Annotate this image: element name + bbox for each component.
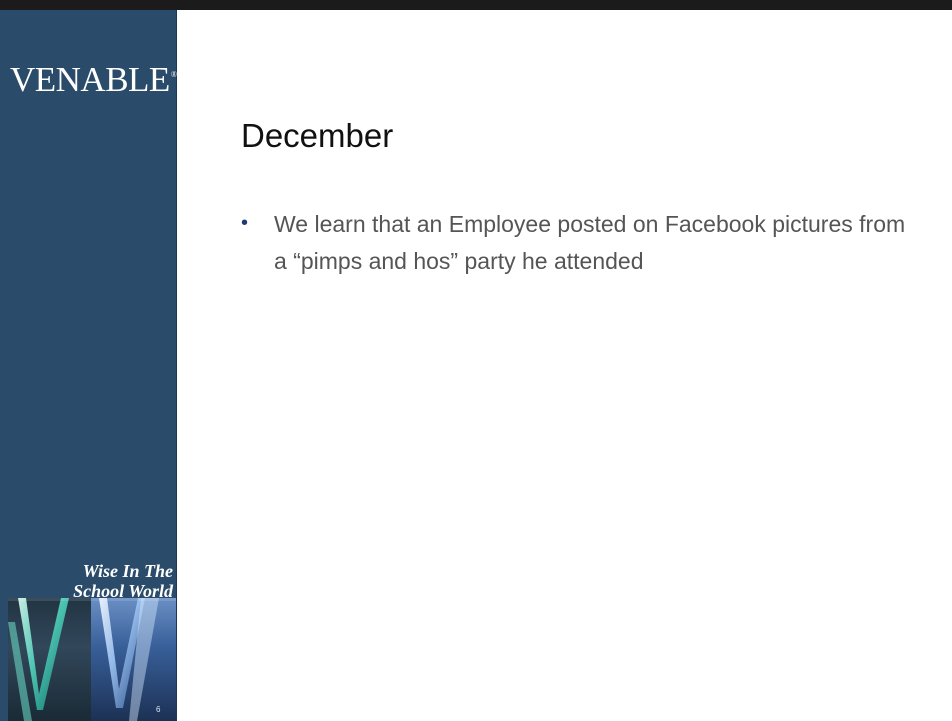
logo-wordmark: VENABLE: [10, 60, 170, 99]
large-v-letter-artwork: [8, 598, 176, 721]
bullet-text: We learn that an Employee posted on Face…: [274, 211, 906, 274]
slide-number: 6: [156, 705, 161, 714]
sidebar-tagline: Wise In The School World: [13, 561, 173, 601]
content-top-rule: [176, 0, 952, 10]
llp-suffix: LLP: [177, 84, 192, 93]
bullet-list: • We learn that an Employee posted on Fa…: [241, 206, 913, 280]
v-letter-graphic: [8, 598, 176, 721]
tagline-line-one: Wise In The: [82, 561, 173, 581]
venable-logo: VENABLE®LLP: [10, 62, 192, 97]
bullet-dot-icon: •: [241, 212, 249, 234]
slide-title: December: [241, 117, 394, 154]
bullet-item: • We learn that an Employee posted on Fa…: [241, 206, 913, 280]
registered-trademark-mark: ®: [170, 70, 177, 79]
presentation-slide: VENABLE®LLP Wise In The School World 6 D…: [0, 0, 952, 721]
